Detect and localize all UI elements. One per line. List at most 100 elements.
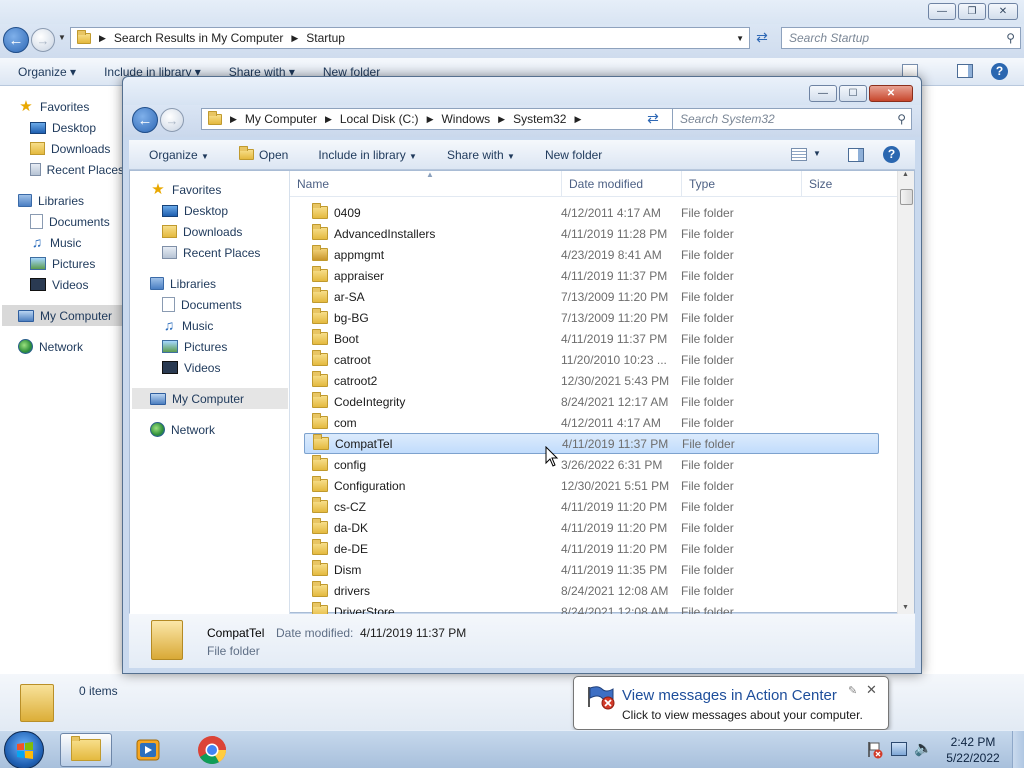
file-row[interactable]: appraiser 4/11/2019 11:37 PM File folder: [304, 265, 879, 286]
nav-network[interactable]: Network: [150, 419, 289, 440]
notification-close-icon[interactable]: ✕: [866, 682, 877, 698]
nav-videos[interactable]: Videos: [18, 274, 124, 295]
column-header-name[interactable]: Name ▲: [290, 171, 562, 197]
breadcrumb-item[interactable]: System32: [513, 112, 566, 126]
file-row[interactable]: CodeIntegrity 8/24/2021 12:17 AM File fold…: [304, 391, 879, 412]
refresh-icon[interactable]: ⇄: [752, 29, 772, 49]
back-button[interactable]: ←: [3, 27, 29, 53]
file-row[interactable]: de-DE 4/11/2019 11:20 PM File folder: [304, 538, 879, 559]
maximize-button[interactable]: ☐: [839, 85, 867, 102]
system-clock[interactable]: 2:42 PM 5/22/2022: [940, 734, 1006, 766]
minimize-button[interactable]: —: [928, 3, 956, 20]
file-row[interactable]: 0409 4/12/2011 4:17 AM File folder: [304, 202, 879, 223]
open-button[interactable]: Open: [238, 146, 288, 162]
forward-button[interactable]: →: [31, 28, 55, 52]
file-row-selected[interactable]: CompatTel 4/11/2019 11:37 PM File folder: [304, 433, 879, 454]
file-row[interactable]: catroot2 12/30/2021 5:43 PM File folder: [304, 370, 879, 391]
nav-pictures[interactable]: Pictures: [18, 253, 124, 274]
nav-downloads[interactable]: Downloads: [18, 138, 124, 159]
nav-libraries[interactable]: Libraries: [150, 273, 289, 294]
breadcrumb-item[interactable]: Startup: [306, 31, 345, 45]
file-row[interactable]: appmgmt 4/23/2019 8:41 AM File folder: [304, 244, 879, 265]
include-in-library-button[interactable]: Include in library ▼: [318, 148, 417, 162]
help-icon[interactable]: ?: [991, 63, 1008, 80]
file-row[interactable]: bg-BG 7/13/2009 11:20 PM File folder: [304, 307, 879, 328]
maximize-button[interactable]: ❐: [958, 3, 986, 20]
new-folder-button[interactable]: New folder: [545, 148, 602, 162]
nav-videos[interactable]: Videos: [150, 357, 289, 378]
start-button[interactable]: [4, 731, 44, 768]
nav-favorites[interactable]: ★ Favorites: [18, 96, 124, 117]
nav-recent-places[interactable]: Recent Places: [150, 242, 289, 263]
type-cell: File folder: [681, 331, 734, 346]
back-button[interactable]: ←: [132, 107, 158, 133]
network-tray-icon[interactable]: [891, 742, 907, 756]
action-center-tray-icon[interactable]: [866, 741, 883, 759]
nav-music[interactable]: ♫ Music: [150, 315, 289, 336]
breadcrumb-item[interactable]: My Computer: [245, 112, 317, 126]
view-options-icon[interactable]: [791, 148, 807, 161]
forward-button[interactable]: →: [160, 108, 184, 132]
scroll-up-icon[interactable]: ▲: [902, 171, 909, 178]
address-bar[interactable]: ▶ Search Results in My Computer ▶ Startu…: [70, 27, 750, 49]
scroll-thumb[interactable]: [900, 189, 913, 205]
search-input[interactable]: Search System32 ⚲: [672, 108, 912, 130]
preview-pane-icon[interactable]: [957, 64, 973, 78]
taskbar-explorer-button[interactable]: [60, 733, 112, 767]
help-icon[interactable]: ?: [883, 146, 900, 163]
file-row[interactable]: DriverStore 8/24/2021 12:08 AM File folder: [304, 601, 879, 614]
breadcrumb-item[interactable]: Windows: [441, 112, 490, 126]
preview-pane-icon[interactable]: [848, 148, 864, 162]
action-center-notification[interactable]: View messages in Action Center Click to …: [573, 676, 889, 740]
nav-my-computer[interactable]: My Computer: [132, 388, 288, 409]
nav-documents[interactable]: Documents: [150, 294, 289, 315]
file-name-cell: de-DE: [304, 539, 561, 556]
column-header-date[interactable]: Date modified: [562, 171, 682, 197]
breadcrumb-item[interactable]: Local Disk (C:): [340, 112, 419, 126]
view-dropdown-icon[interactable]: ▼: [813, 149, 821, 158]
breadcrumb-item[interactable]: Search Results in My Computer: [114, 31, 283, 45]
nav-downloads[interactable]: Downloads: [150, 221, 289, 242]
file-row[interactable]: Dism 4/11/2019 11:35 PM File folder: [304, 559, 879, 580]
taskbar-chrome-button[interactable]: [186, 733, 238, 767]
nav-favorites[interactable]: ★ Favorites: [150, 179, 289, 200]
minimize-button[interactable]: —: [809, 85, 837, 102]
organize-button[interactable]: Organize ▼: [149, 148, 209, 162]
column-header-size[interactable]: Size: [802, 171, 897, 197]
taskbar-media-player-button[interactable]: [122, 733, 174, 767]
file-row[interactable]: com 4/12/2011 4:17 AM File folder: [304, 412, 879, 433]
column-header-type[interactable]: Type: [682, 171, 802, 197]
vertical-scrollbar[interactable]: ▲ ▼: [897, 171, 914, 614]
close-button[interactable]: ✕: [869, 85, 913, 102]
file-row[interactable]: config 3/26/2022 6:31 PM File folder: [304, 454, 879, 475]
close-button[interactable]: ✕: [988, 3, 1018, 20]
nav-my-computer[interactable]: My Computer: [2, 305, 124, 326]
volume-tray-icon[interactable]: 🔈: [914, 739, 933, 757]
refresh-icon[interactable]: ⇄: [643, 110, 663, 130]
nav-music[interactable]: ♫ Music: [18, 232, 124, 253]
file-row[interactable]: catroot 11/20/2010 10:23 ... File folder: [304, 349, 879, 370]
nav-network[interactable]: Network: [18, 336, 124, 357]
file-row[interactable]: AdvancedInstallers 4/11/2019 11:28 PM File…: [304, 223, 879, 244]
show-desktop-button[interactable]: [1012, 731, 1024, 768]
scroll-down-icon[interactable]: ▼: [902, 604, 909, 611]
file-row[interactable]: ar-SA 7/13/2009 11:20 PM File folder: [304, 286, 879, 307]
address-dropdown-icon[interactable]: ▼: [736, 34, 744, 43]
search-input[interactable]: Search Startup ⚲: [781, 27, 1021, 49]
share-with-button[interactable]: Share with ▼: [447, 148, 515, 162]
nav-desktop[interactable]: Desktop: [150, 200, 289, 221]
recent-pages-dropdown-icon[interactable]: ▼: [58, 33, 66, 42]
pin-icon[interactable]: ✎: [848, 684, 857, 697]
file-row[interactable]: Boot 4/11/2019 11:37 PM File folder: [304, 328, 879, 349]
nav-recent-places[interactable]: Recent Places: [18, 159, 124, 180]
file-row[interactable]: cs-CZ 4/11/2019 11:20 PM File folder: [304, 496, 879, 517]
file-row[interactable]: drivers 8/24/2021 12:08 AM File folder: [304, 580, 879, 601]
nav-pictures[interactable]: Pictures: [150, 336, 289, 357]
nav-desktop[interactable]: Desktop: [18, 117, 124, 138]
file-row[interactable]: da-DK 4/11/2019 11:20 PM File folder: [304, 517, 879, 538]
notification-title[interactable]: View messages in Action Center: [622, 687, 837, 704]
nav-documents[interactable]: Documents: [18, 211, 124, 232]
nav-libraries[interactable]: Libraries: [18, 190, 124, 211]
organize-button[interactable]: Organize ▾: [18, 65, 76, 79]
file-row[interactable]: Configuration 12/30/2021 5:51 PM File fold…: [304, 475, 879, 496]
